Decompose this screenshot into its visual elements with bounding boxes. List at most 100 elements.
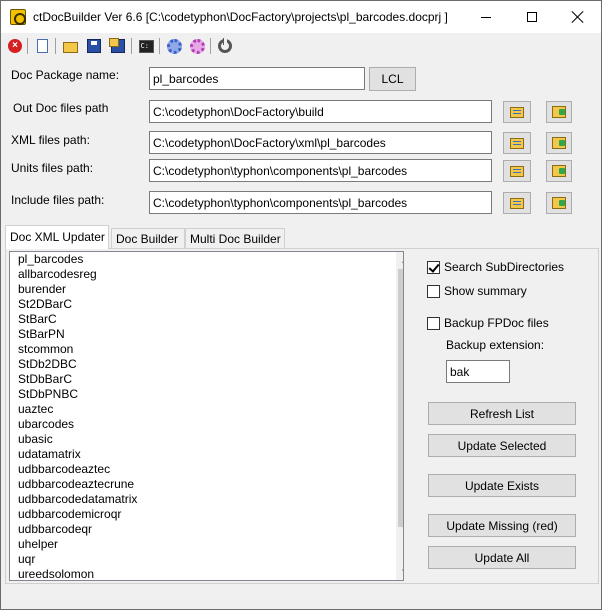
build-button[interactable]	[165, 37, 183, 55]
list-item[interactable]: StBarPN	[18, 327, 388, 342]
vertical-scrollbar[interactable]: ▲ ▼	[396, 252, 403, 580]
out-doc-path-input[interactable]: C:\codetyphon\DocFactory\build	[149, 100, 492, 123]
lcl-button[interactable]: LCL	[369, 67, 416, 91]
tab-doc-builder[interactable]: Doc Builder	[111, 228, 185, 249]
open-project-button[interactable]	[61, 37, 79, 55]
console-button[interactable]: C:	[137, 37, 155, 55]
browse-folder-icon	[510, 165, 524, 177]
out-doc-browse-button[interactable]	[503, 101, 531, 123]
show-summary-checkbox[interactable]: Show summary	[427, 283, 527, 299]
backup-fpdoc-label: Backup FPDoc files	[444, 316, 549, 330]
update-exists-button[interactable]: Update Exists	[428, 474, 576, 497]
options-button[interactable]	[188, 37, 206, 55]
power-icon	[218, 38, 232, 53]
scroll-down-icon[interactable]: ▼	[396, 563, 403, 580]
checkbox-checked-icon[interactable]	[427, 260, 440, 274]
toolbar-separator	[55, 38, 56, 54]
backup-extension-input[interactable]: bak	[446, 360, 510, 383]
minimize-button[interactable]	[463, 1, 509, 33]
list-item[interactable]: ubasic	[18, 432, 388, 447]
out-doc-path-label: Out Doc files path	[13, 101, 109, 115]
package-name-label: Doc Package name:	[11, 68, 120, 82]
tab-multi-doc-builder[interactable]: Multi Doc Builder	[185, 228, 285, 249]
toolbar-separator	[27, 38, 28, 54]
list-item[interactable]: udbbarcodeaztec	[18, 462, 388, 477]
backup-fpdoc-checkbox[interactable]: Backup FPDoc files	[427, 315, 549, 331]
toolbar-separator	[131, 38, 132, 54]
scroll-thumb[interactable]	[398, 269, 403, 527]
list-item[interactable]: udatamatrix	[18, 447, 388, 462]
update-selected-button[interactable]: Update Selected	[428, 434, 576, 457]
build-gear-icon	[166, 38, 182, 54]
xml-browse-button[interactable]	[503, 132, 531, 154]
close-project-icon: ×	[8, 39, 22, 53]
open-folder-icon	[552, 106, 566, 118]
close-project-button[interactable]: ×	[6, 37, 24, 55]
list-item[interactable]: ureedsolomon	[18, 567, 388, 580]
update-missing-button[interactable]: Update Missing (red)	[428, 514, 576, 537]
browse-folder-icon	[510, 137, 524, 149]
scroll-up-icon[interactable]: ▲	[396, 252, 403, 269]
list-item[interactable]: udbbarcodemicroqr	[18, 507, 388, 522]
maximize-button[interactable]	[509, 1, 555, 33]
open-folder-icon	[552, 137, 566, 149]
window-title: ctDocBuilder Ver 6.6 [C:\codetyphon\DocF…	[33, 10, 448, 24]
browse-folder-icon	[510, 197, 524, 209]
include-browse-button[interactable]	[503, 192, 531, 214]
list-item[interactable]: St2DBarC	[18, 297, 388, 312]
list-item[interactable]: udbbarcodeaztecrune	[18, 477, 388, 492]
search-subdirs-label: Search SubDirectories	[444, 260, 565, 274]
list-item[interactable]: allbarcodesreg	[18, 267, 388, 282]
maximize-icon	[527, 12, 537, 22]
list-item[interactable]: udbbarcodedatamatrix	[18, 492, 388, 507]
list-item[interactable]: stcommon	[18, 342, 388, 357]
app-logo-icon	[10, 9, 26, 25]
checkbox-unchecked-icon[interactable]	[427, 284, 440, 298]
options-gear-icon	[189, 38, 205, 54]
new-document-icon	[36, 39, 48, 53]
xml-open-button[interactable]	[546, 132, 572, 154]
open-folder-icon	[62, 42, 78, 53]
save-as-icon	[109, 38, 125, 53]
list-item[interactable]: StDbBarC	[18, 372, 388, 387]
include-path-input[interactable]: C:\codetyphon\typhon\components\pl_barco…	[149, 191, 492, 214]
units-path-label: Units files path:	[11, 161, 94, 175]
list-item[interactable]: StBarC	[18, 312, 388, 327]
save-icon	[87, 39, 101, 53]
checkbox-unchecked-icon[interactable]	[427, 316, 440, 330]
list-item[interactable]: uhelper	[18, 537, 388, 552]
out-doc-open-button[interactable]	[546, 101, 572, 123]
tab-doc-xml-updater[interactable]: Doc XML Updater	[5, 225, 109, 249]
list-item[interactable]: pl_barcodes	[18, 252, 388, 267]
list-item[interactable]: StDb2DBC	[18, 357, 388, 372]
exit-button[interactable]	[216, 37, 234, 55]
units-path-input[interactable]: C:\codetyphon\typhon\components\pl_barco…	[149, 159, 492, 182]
minimize-icon	[481, 16, 491, 18]
list-item[interactable]: StDbPNBC	[18, 387, 388, 402]
list-item[interactable]: uaztec	[18, 402, 388, 417]
units-browse-button[interactable]	[503, 160, 531, 182]
units-list: pl_barcodes allbarcodesreg burender St2DBar…	[18, 252, 388, 580]
units-open-button[interactable]	[546, 160, 572, 182]
backup-extension-label: Backup extension:	[446, 338, 545, 352]
list-item[interactable]: ubarcodes	[18, 417, 388, 432]
xml-path-label: XML files path:	[11, 133, 90, 147]
units-listbox[interactable]: pl_barcodes allbarcodesreg burender St2DBar…	[9, 251, 404, 581]
package-name-input[interactable]: pl_barcodes	[149, 67, 365, 90]
update-all-button[interactable]: Update All	[428, 546, 576, 569]
search-subdirs-checkbox[interactable]: Search SubDirectories	[427, 259, 564, 275]
include-path-label: Include files path:	[11, 193, 105, 207]
save-button[interactable]	[85, 37, 103, 55]
app-window: ctDocBuilder Ver 6.6 [C:\codetyphon\DocF…	[0, 0, 602, 610]
list-item[interactable]: uqr	[18, 552, 388, 567]
new-document-button[interactable]	[33, 37, 51, 55]
save-as-button[interactable]	[109, 37, 127, 55]
include-open-button[interactable]	[546, 192, 572, 214]
list-item[interactable]: udbbarcodeqr	[18, 522, 388, 537]
refresh-list-button[interactable]: Refresh List	[428, 402, 576, 425]
status-area	[1, 589, 601, 609]
list-item[interactable]: burender	[18, 282, 388, 297]
close-window-button[interactable]	[555, 1, 601, 33]
show-summary-label: Show summary	[444, 284, 527, 298]
xml-path-input[interactable]: C:\codetyphon\DocFactory\xml\pl_barcodes	[149, 131, 492, 154]
